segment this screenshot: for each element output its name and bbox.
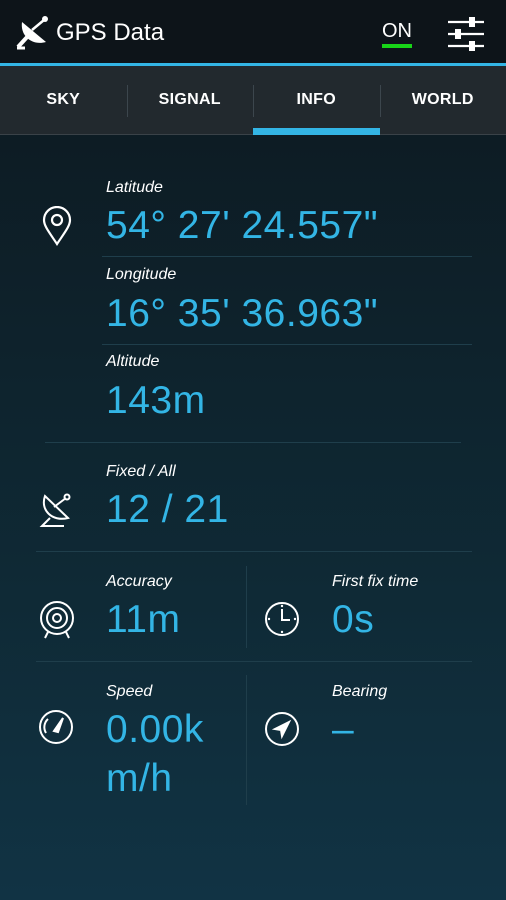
tab-bar: SKY SIGNAL INFO WORLD (0, 66, 506, 135)
first-fix-label: First fix time (332, 573, 419, 590)
bearing-label: Bearing (332, 683, 388, 700)
divider (246, 566, 247, 648)
tab-info[interactable]: INFO (253, 66, 380, 135)
satellite-dish-icon (16, 16, 48, 50)
divider (102, 256, 472, 257)
action-bar: GPS Data ON (0, 0, 506, 66)
latitude-value: 54° 27' 24.557" (106, 204, 379, 247)
divider (246, 675, 247, 805)
divider (36, 551, 472, 552)
satellite-dish-icon (39, 493, 71, 527)
accuracy-value: 11m (106, 598, 181, 641)
latitude-label: Latitude (106, 179, 163, 196)
divider (45, 442, 461, 443)
bearing-value: – (332, 708, 355, 751)
map-pin-icon (42, 206, 72, 246)
gps-on-toggle[interactable]: ON (382, 21, 412, 48)
speed-value-line2: m/h (106, 757, 173, 800)
speedometer-icon (39, 710, 73, 744)
accuracy-label: Accuracy (106, 573, 172, 590)
tab-world[interactable]: WORLD (379, 66, 506, 134)
compass-arrow-icon (265, 712, 299, 746)
satellites-value: 12 / 21 (106, 488, 229, 531)
target-icon (40, 601, 74, 639)
clock-icon (265, 602, 299, 636)
speed-value-line1: 0.00k (106, 708, 204, 751)
divider (36, 661, 472, 662)
tab-signal[interactable]: SIGNAL (126, 66, 254, 134)
tab-sky[interactable]: SKY (0, 66, 127, 134)
divider (102, 344, 472, 345)
altitude-value: 143m (106, 379, 206, 422)
longitude-value: 16° 35' 36.963" (106, 292, 379, 335)
altitude-label: Altitude (106, 353, 160, 370)
speed-label: Speed (106, 683, 153, 700)
satellites-label: Fixed / All (106, 463, 176, 480)
longitude-label: Longitude (106, 266, 177, 283)
sliders-icon[interactable] (447, 16, 485, 52)
app-title: GPS Data (56, 19, 165, 46)
first-fix-value: 0s (332, 598, 375, 641)
